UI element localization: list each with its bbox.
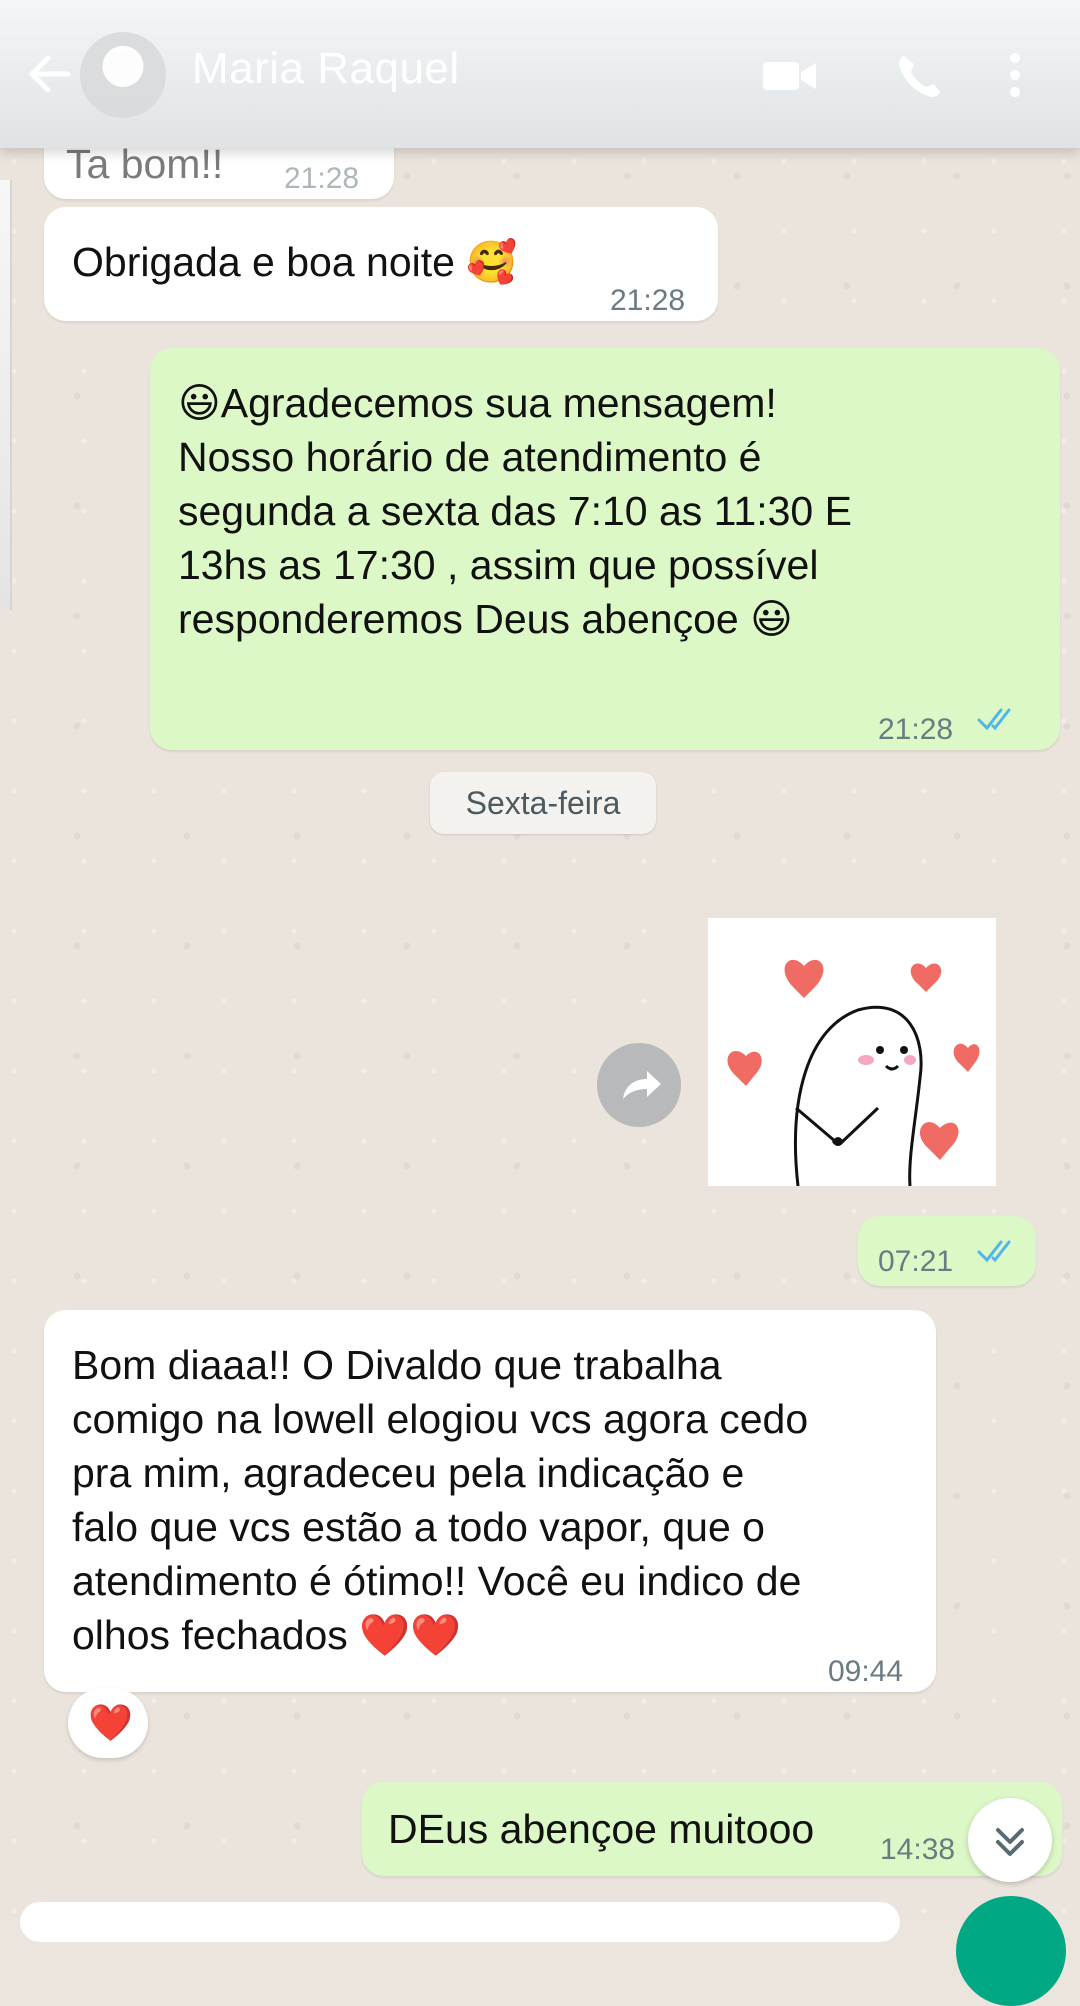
reaction-emoji: ❤️ <box>88 1702 133 1743</box>
message-line: atendimento é ótimo!! Você eu indico de <box>72 1558 802 1604</box>
scroll-edge <box>0 180 12 610</box>
video-call-icon[interactable] <box>760 50 820 100</box>
message-line: 13hs as 17:30 , assim que possível <box>178 542 819 588</box>
message-input[interactable] <box>20 1902 900 1942</box>
message-line: olhos fechados ❤️❤️ <box>72 1612 462 1658</box>
avatar[interactable] <box>80 32 166 118</box>
chat-header: Maria Raquel <box>0 0 1080 148</box>
message-bubble-in[interactable]: Bom diaaa!! O Divaldo que trabalha comig… <box>44 1310 936 1692</box>
more-vert-icon[interactable] <box>1000 50 1030 100</box>
message-line: pra mim, agradeceu pela indicação e <box>72 1450 745 1496</box>
message-text: DEus abençoe muitooo <box>388 1806 815 1852</box>
message-line: comigo na lowell elogiou vcs agora cedo <box>72 1396 809 1442</box>
message-line: segunda a sexta das 7:10 as 11:30 E <box>178 488 852 534</box>
sticker-illustration <box>727 959 980 1187</box>
message-line: 😃Agradecemos sua mensagem! <box>178 380 777 426</box>
message-time: 21:28 <box>284 162 360 195</box>
read-receipt-icon <box>977 1240 1011 1263</box>
message-time: 21:28 <box>878 713 954 746</box>
message-line: responderemos Deus abençoe 😃 <box>178 596 793 642</box>
phone-icon[interactable] <box>890 50 950 100</box>
message-time: 21:28 <box>610 284 686 317</box>
message-bubble-out[interactable]: DEus abençoe muitooo 14:38 <box>362 1782 1062 1876</box>
message-time: 07:21 <box>878 1245 954 1278</box>
message-bubble-out[interactable]: 😃Agradecemos sua mensagem! Nosso horário… <box>150 348 1060 750</box>
message-meta-out[interactable]: 07:21 <box>858 1216 1036 1286</box>
message-reaction[interactable]: ❤️ <box>68 1688 148 1758</box>
message-time: 09:44 <box>828 1655 904 1688</box>
read-receipt-icon <box>977 708 1011 731</box>
sticker-image[interactable] <box>708 918 996 1187</box>
date-separator: Sexta-feira <box>430 772 656 834</box>
message-text: Obrigada e boa noite 🥰 <box>72 239 518 285</box>
message-line: Bom diaaa!! O Divaldo que trabalha <box>72 1342 722 1388</box>
scroll-to-bottom-button[interactable] <box>968 1798 1052 1882</box>
double-chevron-down-icon <box>996 1828 1024 1856</box>
message-line: Nosso horário de atendimento é <box>178 434 762 480</box>
message-time: 14:38 <box>880 1833 956 1866</box>
forward-button[interactable] <box>597 1043 681 1127</box>
forward-icon <box>623 1071 661 1099</box>
send-button[interactable] <box>956 1896 1066 2006</box>
contact-name[interactable]: Maria Raquel <box>192 44 460 94</box>
message-line: falo que vcs estão a todo vapor, que o <box>72 1504 765 1550</box>
message-bubble-in[interactable]: Obrigada e boa noite 🥰 21:28 <box>44 207 718 321</box>
arrow-left-icon[interactable] <box>22 46 78 102</box>
